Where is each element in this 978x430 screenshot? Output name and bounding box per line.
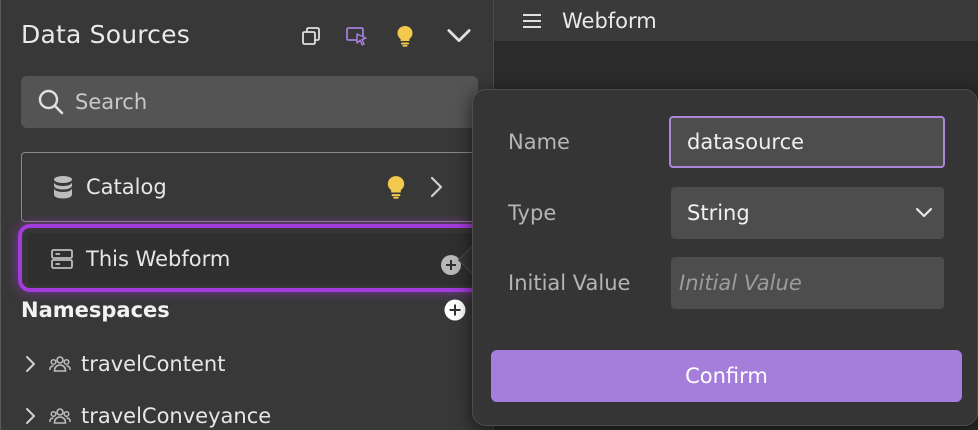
this-webform-label: This Webform — [86, 247, 231, 271]
chevron-right-icon[interactable] — [21, 406, 41, 426]
hamburger-menu-icon[interactable] — [522, 12, 542, 30]
type-label: Type — [508, 201, 557, 225]
this-webform-row[interactable]: This Webform — [28, 233, 490, 285]
initial-value-input[interactable] — [671, 257, 944, 309]
data-sources-panel: Data Sources Catalog This — [0, 0, 496, 430]
name-label: Name — [508, 130, 570, 154]
search-box — [21, 76, 478, 128]
this-webform-item[interactable]: This Webform — [18, 224, 496, 292]
name-input[interactable] — [669, 116, 945, 168]
chevron-right-icon[interactable] — [426, 175, 446, 199]
chevron-down-icon — [914, 203, 934, 223]
namespace-item-travelconveyance[interactable]: travelConveyance — [21, 400, 271, 430]
namespace-item-travelcontent[interactable]: travelContent — [21, 348, 225, 380]
new-datasource-popover: Name Type String Initial Value Confirm — [472, 89, 978, 426]
group-icon — [49, 354, 71, 374]
confirm-button[interactable]: Confirm — [491, 350, 962, 402]
initial-value-label: Initial Value — [508, 271, 631, 295]
editor-topbar: Webform — [494, 0, 978, 42]
add-namespace-button[interactable] — [444, 299, 466, 321]
copy-icon[interactable] — [299, 24, 323, 48]
database-icon — [52, 175, 74, 199]
cursor-select-icon[interactable] — [345, 24, 369, 48]
server-icon — [50, 247, 74, 271]
namespaces-title: Namespaces — [21, 298, 170, 322]
catalog-label: Catalog — [86, 175, 167, 199]
catalog-item[interactable]: Catalog — [21, 152, 491, 222]
type-value: String — [687, 201, 750, 225]
type-select[interactable]: String — [671, 187, 944, 239]
chevron-down-icon[interactable] — [447, 24, 471, 48]
panel-title: Data Sources — [21, 20, 190, 49]
lightbulb-icon[interactable] — [386, 175, 406, 199]
lightbulb-icon[interactable] — [393, 24, 417, 48]
namespace-label: travelConveyance — [81, 404, 272, 428]
namespace-label: travelContent — [81, 352, 226, 376]
search-input[interactable] — [75, 90, 455, 114]
search-icon — [37, 88, 65, 116]
group-icon — [49, 406, 71, 426]
webform-title: Webform — [562, 8, 657, 33]
chevron-right-icon[interactable] — [21, 354, 41, 374]
